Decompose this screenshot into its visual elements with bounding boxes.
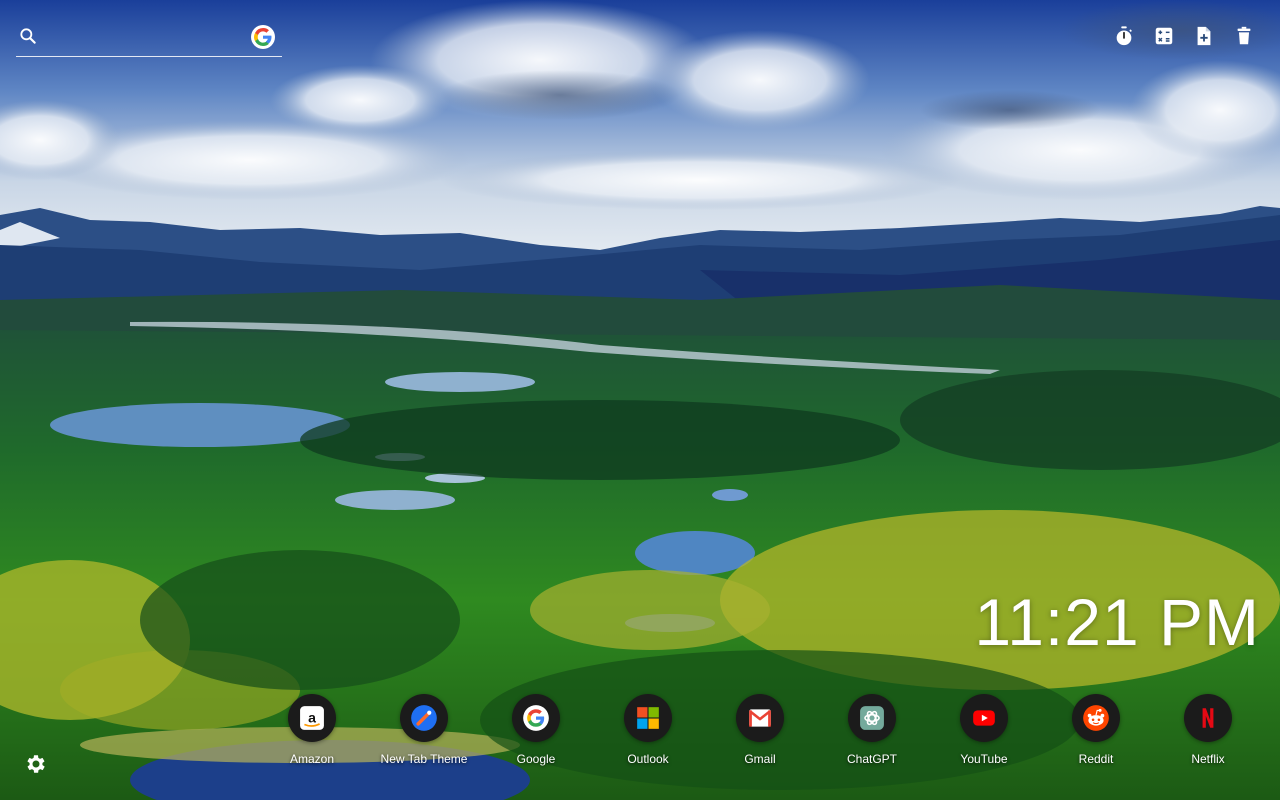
reddit-icon bbox=[1072, 694, 1120, 742]
google-icon[interactable] bbox=[251, 25, 275, 49]
shortcut-google[interactable]: Google bbox=[480, 694, 592, 774]
shortcut-label: Outlook bbox=[627, 752, 669, 766]
new-tab-theme-icon bbox=[400, 694, 448, 742]
chatgpt-icon bbox=[848, 694, 896, 742]
shortcut-label: Google bbox=[516, 752, 556, 766]
new-tab-page: 11:21 PM a Amazon New Tab Theme Google O… bbox=[0, 0, 1280, 800]
svg-text:a: a bbox=[308, 709, 316, 725]
shortcut-netflix[interactable]: Netflix bbox=[1152, 694, 1264, 774]
shortcut-gmail[interactable]: Gmail bbox=[704, 694, 816, 774]
netflix-icon bbox=[1184, 694, 1232, 742]
shortcut-label: Amazon bbox=[289, 752, 335, 766]
shortcut-reddit[interactable]: Reddit bbox=[1040, 694, 1152, 774]
shortcut-label: Gmail bbox=[744, 752, 776, 766]
shortcut-label: Netflix bbox=[1191, 752, 1225, 766]
shortcut-youtube[interactable]: YouTube bbox=[928, 694, 1040, 774]
shortcut-label: New Tab Theme bbox=[380, 752, 468, 766]
background-wallpaper bbox=[0, 0, 1280, 800]
calculator-icon[interactable] bbox=[1152, 24, 1176, 48]
shortcut-outlook[interactable]: Outlook bbox=[592, 694, 704, 774]
clock-time: 11:21 PM bbox=[974, 585, 1260, 659]
amazon-icon: a bbox=[288, 694, 336, 742]
shortcut-label: YouTube bbox=[960, 752, 1008, 766]
youtube-icon bbox=[960, 694, 1008, 742]
top-toolbar bbox=[1112, 24, 1256, 48]
shortcut-new-tab-theme[interactable]: New Tab Theme bbox=[368, 694, 480, 774]
gear-icon[interactable] bbox=[24, 752, 48, 776]
shortcut-label: ChatGPT bbox=[846, 752, 897, 766]
search-bar bbox=[16, 20, 282, 57]
shortcuts-dock: a Amazon New Tab Theme Google Outlook Gm… bbox=[256, 694, 1264, 774]
trash-icon[interactable] bbox=[1232, 24, 1256, 48]
outlook-icon bbox=[624, 694, 672, 742]
search-icon[interactable] bbox=[18, 26, 38, 46]
search-input[interactable] bbox=[48, 24, 248, 52]
stopwatch-icon[interactable] bbox=[1112, 24, 1136, 48]
add-note-icon[interactable] bbox=[1192, 24, 1216, 48]
shortcut-amazon[interactable]: a Amazon bbox=[256, 694, 368, 774]
google-icon bbox=[512, 694, 560, 742]
gmail-icon bbox=[736, 694, 784, 742]
shortcut-label: Reddit bbox=[1078, 752, 1114, 766]
shortcut-chatgpt[interactable]: ChatGPT bbox=[816, 694, 928, 774]
